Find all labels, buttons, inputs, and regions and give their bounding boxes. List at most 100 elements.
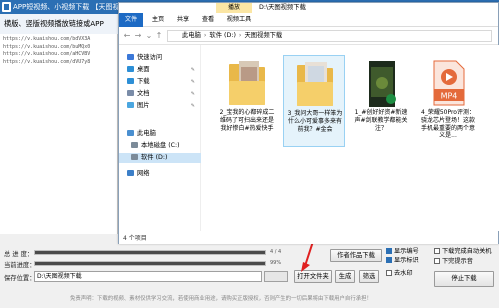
nav-pictures[interactable]: 图片 ✎ (127, 101, 201, 111)
pin-icon: ✎ (190, 103, 195, 109)
current-progress-label: 当前进度： (4, 262, 36, 269)
tab-view[interactable]: 查看 (197, 13, 219, 27)
nav-label: 本地磁盘 (C:) (141, 142, 180, 149)
file-item[interactable]: 2_宝我的心都碎成二维码了可扫出来还是我好惨白#热爱快手 (216, 55, 278, 147)
total-progress-bar (34, 250, 266, 255)
folder-thumbnail-icon (297, 62, 333, 106)
nav-label: 文档 (137, 90, 150, 97)
checkbox-icon (386, 270, 392, 276)
file-explorer-window: 播放 D:\天图视频下载 文件 主页 共享 查看 视频工具 ← → ⌄ ↑ 此电… (118, 2, 499, 244)
recent-dropdown-icon[interactable]: ⌄ (144, 31, 154, 41)
show-number-checkbox[interactable]: 显示编号 (386, 248, 419, 256)
file-item-selected[interactable]: 3_我问大哥一样笨为什么小可爱事多来有前我？#金会 (283, 55, 345, 147)
auto-close-label: 下载完成自动关机 (442, 248, 492, 255)
context-tab-play[interactable]: 播放 (216, 3, 252, 13)
back-arrow-icon[interactable]: ← (122, 31, 132, 41)
url-line: https://v.kuaishou.com/buMQx0 (3, 43, 91, 50)
document-icon (127, 90, 134, 96)
explorer-title: D:\天图视频下载 (259, 4, 306, 11)
nav-label: 下载 (137, 78, 150, 85)
open-folder-button[interactable]: 打开文件夹 (294, 270, 332, 283)
nav-quick-access[interactable]: 快速访问 (127, 53, 162, 63)
generate-button[interactable]: 生成 (335, 270, 355, 283)
file-name: 3_我问大哥一样笨为什么小可爱事多来有前我？#金会 (287, 110, 343, 133)
nav-label: 图片 (137, 102, 150, 109)
checkbox-checked-icon (386, 257, 392, 263)
select-button[interactable]: 筛选 (359, 270, 379, 283)
app-logo-icon (2, 2, 11, 12)
file-list: 2_宝我的心都碎成二维码了可扫出来还是我好惨白#热爱快手 3_我问大哥一样笨为什… (202, 45, 499, 231)
disclaimer-text: 免责声明：下载的视频、素材仅供学习交流，若使用商业用途，请购买正版授权，否则产生… (0, 290, 499, 308)
computer-icon (127, 130, 134, 136)
stop-download-button[interactable]: 停止下载 (434, 271, 494, 287)
nav-label: 桌面 (137, 66, 150, 73)
auto-close-checkbox[interactable]: 下载完成自动关机 (434, 248, 492, 256)
tab-video-tools[interactable]: 视频工具 (222, 13, 256, 27)
watermark-label: 去水印 (394, 270, 413, 277)
file-name: 2_宝我的心都碎成二维码了可扫出来还是我好惨白#热爱快手 (219, 109, 275, 132)
navigation-pane: 快速访问 桌面 ✎ 下载 ✎ 文档 ✎ 图片 ✎ 此电脑 本地磁盘 (C:) 软件 (D… (119, 45, 201, 231)
nav-this-pc[interactable]: 此电脑 (127, 129, 156, 139)
ribbon-tabs: 文件 主页 共享 查看 视频工具 (119, 13, 498, 27)
address-bar-row: ← → ⌄ ↑ 此电脑 › 软件 (D:) › 天图视频下载 (119, 27, 498, 45)
current-progress-text: 99% (270, 260, 282, 266)
url-input-area[interactable]: https://v.kuaishou.com/bdVX3A https://v.… (0, 34, 118, 234)
up-arrow-icon[interactable]: ↑ (154, 31, 164, 41)
file-item[interactable]: 1_#创好好资#新速声#剑联教学都能关注？ (350, 55, 412, 147)
pin-icon: ✎ (190, 91, 195, 97)
checkbox-icon (434, 248, 440, 254)
finish-prompt-checkbox[interactable]: 下完提示音 (434, 258, 473, 266)
tab-file[interactable]: 文件 (119, 13, 143, 27)
breadcrumb-folder[interactable]: 天图视频下载 (244, 32, 282, 39)
nav-label: 快速访问 (137, 54, 163, 61)
file-name: 4_荣耀50Pro评测：骁龙芯片登场！这款手机最重要的两个意义是... (420, 109, 475, 140)
author-download-button[interactable]: 作者作品下载 (330, 249, 382, 262)
drive-icon (131, 142, 138, 148)
download-icon (127, 78, 134, 84)
show-tag-checkbox[interactable]: 显示标识 (386, 257, 419, 265)
pin-icon: ✎ (190, 67, 195, 73)
watermark-checkbox[interactable]: 去水印 (386, 270, 413, 278)
forward-arrow-icon[interactable]: → (133, 31, 143, 41)
file-name: 1_#创好好资#新速声#剑联教学都能关注？ (354, 109, 408, 132)
nav-desktop[interactable]: 桌面 ✎ (127, 65, 201, 75)
url-line: https://v.kuaishou.com/dVU7y8 (3, 58, 91, 65)
star-icon (127, 54, 134, 60)
nav-network[interactable]: 网络 (127, 169, 150, 179)
picture-icon (127, 102, 134, 108)
folder-thumbnail-icon (229, 61, 265, 105)
nav-documents[interactable]: 文档 ✎ (127, 89, 201, 99)
file-item[interactable]: MP4 4_荣耀50Pro评测：骁龙芯片登场！这款手机最重要的两个意义是... (417, 55, 479, 147)
nav-label: 网络 (137, 170, 150, 177)
save-location-label: 保存位置： (4, 275, 36, 282)
total-progress-fill (35, 251, 265, 254)
nav-label: 此电脑 (137, 130, 156, 137)
address-bar[interactable]: 此电脑 › 软件 (D:) › 天图视频下载 (167, 30, 492, 42)
checkbox-icon (434, 258, 440, 264)
finish-prompt-label: 下完提示音 (442, 258, 473, 265)
checkbox-checked-icon (386, 248, 392, 254)
breadcrumb-separator-icon: › (238, 32, 242, 39)
breadcrumb-this-pc[interactable]: 此电脑 (182, 32, 201, 39)
current-progress-bar (34, 261, 266, 266)
nav-downloads[interactable]: 下载 ✎ (127, 77, 201, 87)
mp4-file-icon: MP4 (433, 60, 465, 106)
show-number-label: 显示编号 (394, 248, 419, 255)
network-icon (127, 170, 134, 176)
total-progress-text: 4 / 4 (270, 249, 282, 255)
browse-button[interactable] (264, 271, 288, 282)
breadcrumb-drive-d[interactable]: 软件 (D:) (209, 32, 235, 39)
breadcrumb-separator-icon: › (203, 32, 207, 39)
drive-icon (131, 154, 138, 160)
video-thumbnail-icon (369, 61, 396, 107)
total-progress-label: 总 进 度： (4, 251, 34, 258)
desktop-icon (127, 66, 134, 72)
tab-home[interactable]: 主页 (147, 13, 169, 27)
explorer-status-bar: 4 个项目 (119, 233, 498, 244)
show-tag-label: 显示标识 (394, 257, 419, 264)
tab-share[interactable]: 共享 (172, 13, 194, 27)
url-line: https://v.kuaishou.com/bdVX3A (3, 36, 91, 42)
nav-drive-d[interactable]: 软件 (D:) (119, 153, 201, 163)
save-path-input[interactable]: D:\天图视频下载 (34, 271, 262, 282)
nav-drive-c[interactable]: 本地磁盘 (C:) (131, 141, 180, 151)
